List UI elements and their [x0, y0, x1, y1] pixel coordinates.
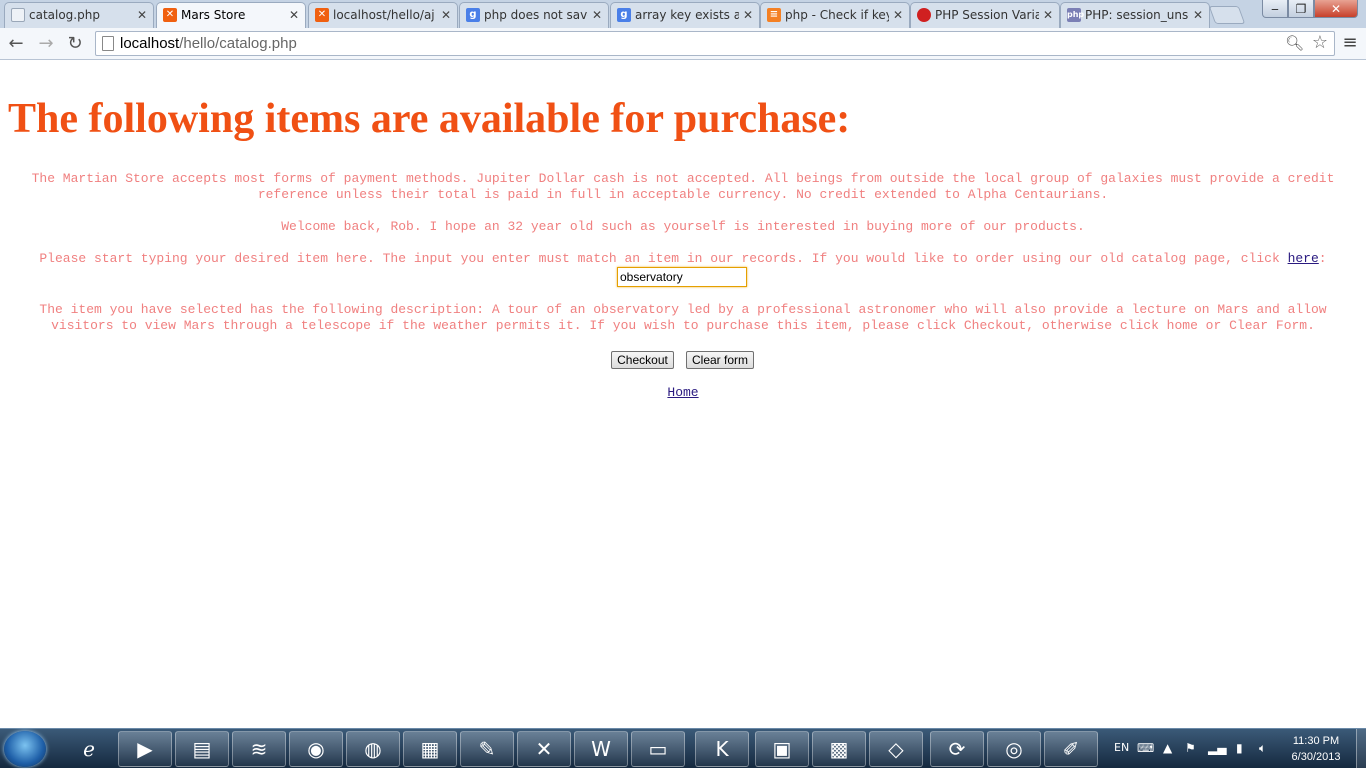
xampp-icon: ✕: [163, 8, 177, 22]
close-icon[interactable]: ✕: [893, 3, 903, 27]
tab-session-unset[interactable]: php PHP: session_unse ✕: [1060, 2, 1210, 28]
keyboard-icon[interactable]: ⌨: [1137, 741, 1154, 755]
windows-taskbar: ℯ ▶ ▤ ≋ ◉ ◍ ▦ ✎ ✕ W ▭ K ▣ ▩ ◇ ⟳ ◎ ✐ EN ⌨…: [0, 728, 1366, 769]
close-icon[interactable]: ✕: [1043, 3, 1053, 27]
zoom-icon[interactable]: 🔍︎: [1285, 34, 1304, 52]
tab-label: catalog.php: [29, 8, 100, 22]
tab-array-key-exists[interactable]: g array key exists an ✕: [610, 2, 760, 28]
close-icon[interactable]: ✕: [592, 3, 602, 27]
instructions-suffix: :: [1318, 251, 1327, 266]
xampp-icon: ✕: [315, 8, 329, 22]
page-icon: [11, 8, 25, 22]
battery-icon[interactable]: ▮: [1236, 741, 1243, 755]
close-icon[interactable]: ✕: [1193, 3, 1203, 27]
tray-expand-icon[interactable]: ▲: [1163, 741, 1172, 755]
notes-icon[interactable]: ◇: [869, 731, 923, 767]
welcome-text: Welcome back, Rob. I hope an 32 year old…: [281, 219, 1085, 234]
media-player-icon[interactable]: ▶: [118, 731, 172, 767]
start-button[interactable]: [4, 731, 46, 767]
control-panel-icon[interactable]: ▩: [812, 731, 866, 767]
calculator-icon[interactable]: ▦: [403, 731, 457, 767]
tab-php-does-not-save[interactable]: g php does not save ✕: [459, 2, 609, 28]
tab-label: localhost/hello/aj: [333, 8, 435, 22]
tab-php-session-variables[interactable]: PHP Session Varia ✕: [910, 2, 1060, 28]
stackoverflow-icon: ≡: [767, 8, 781, 22]
connection-icon[interactable]: ◎: [987, 731, 1041, 767]
paint-icon[interactable]: ✎: [460, 731, 514, 767]
network-icon[interactable]: ▭: [631, 731, 685, 767]
item-instructions: Please start typing your desired item he…: [8, 251, 1358, 267]
clear-form-button[interactable]: Clear form: [686, 351, 754, 369]
tab-localhost-ajax[interactable]: ✕ localhost/hello/aj ✕: [308, 2, 458, 28]
old-catalog-link[interactable]: here: [1288, 251, 1319, 266]
item-search-input[interactable]: [617, 267, 747, 287]
show-desktop-button[interactable]: [1356, 729, 1366, 769]
window-close-button[interactable]: ✕: [1314, 0, 1358, 18]
url-text[interactable]: localhost/hello/catalog.php: [120, 34, 297, 54]
tab-label: PHP: session_unse: [1085, 8, 1189, 22]
monitor-icon[interactable]: ▣: [755, 731, 809, 767]
url-host: localhost: [120, 35, 180, 52]
volume-icon[interactable]: 🔈︎: [1259, 741, 1266, 756]
address-bar[interactable]: localhost/hello/catalog.php 🔍︎ ☆: [95, 31, 1335, 56]
google-icon: g: [617, 8, 631, 22]
bookmark-star-icon[interactable]: ☆: [1312, 32, 1328, 53]
minimize-button[interactable]: ‒: [1262, 0, 1288, 18]
close-icon[interactable]: ✕: [743, 3, 753, 27]
reload-icon[interactable]: ↻: [63, 32, 87, 56]
clock-time[interactable]: 11:30 PM: [1288, 735, 1344, 747]
tab-label: array key exists an: [635, 8, 739, 22]
tab-label: php - Check if key: [785, 8, 889, 22]
close-icon[interactable]: ✕: [289, 3, 299, 27]
tab-label: PHP Session Varia: [935, 8, 1039, 22]
tab-catalog[interactable]: catalog.php ✕: [4, 2, 154, 28]
item-description-text: The item you have selected has the follo…: [39, 302, 1327, 333]
google-icon: g: [466, 8, 480, 22]
tab-check-if-key[interactable]: ≡ php - Check if key ✕: [760, 2, 910, 28]
kaspersky-icon[interactable]: K: [695, 731, 749, 767]
xampp-icon[interactable]: ✕: [517, 731, 571, 767]
page-viewport: The following items are available for pu…: [0, 61, 1366, 728]
red-dot-icon: [917, 8, 931, 22]
notepadpp-icon[interactable]: ✐: [1044, 731, 1098, 767]
php-icon: php: [1067, 8, 1084, 22]
url-path: /hello/catalog.php: [179, 35, 297, 52]
page-title: The following items are available for pu…: [8, 96, 851, 142]
home-link[interactable]: Home: [0, 385, 1366, 400]
close-icon[interactable]: ✕: [441, 3, 451, 27]
explorer-icon[interactable]: ▤: [175, 731, 229, 767]
sync-icon[interactable]: ⟳: [930, 731, 984, 767]
close-icon[interactable]: ✕: [137, 3, 147, 27]
tab-label: php does not save: [484, 8, 588, 22]
instructions-text: Please start typing your desired item he…: [39, 251, 1288, 266]
word-icon[interactable]: W: [574, 731, 628, 767]
tab-strip: catalog.php ✕ ✕ Mars Store ✕ ✕ localhost…: [0, 0, 1366, 28]
page-icon: [102, 36, 114, 51]
action-center-flag-icon[interactable]: ⚑: [1185, 741, 1196, 755]
firefox-icon[interactable]: ◉: [289, 731, 343, 767]
back-arrow-icon[interactable]: ←: [4, 32, 28, 56]
forward-arrow-icon[interactable]: →: [34, 32, 58, 56]
clock-date[interactable]: 6/30/2013: [1284, 751, 1348, 763]
maximize-button[interactable]: ❐: [1288, 0, 1314, 18]
wimax-icon[interactable]: ≋: [232, 731, 286, 767]
new-tab-button[interactable]: [1208, 6, 1246, 24]
menu-icon[interactable]: ≡: [1340, 33, 1360, 53]
checkout-button[interactable]: Checkout: [611, 351, 674, 369]
chrome-icon[interactable]: ◍: [346, 731, 400, 767]
browser-chrome: catalog.php ✕ ✕ Mars Store ✕ ✕ localhost…: [0, 0, 1366, 60]
signal-icon[interactable]: ▂▄: [1208, 741, 1226, 755]
tab-mars-store[interactable]: ✕ Mars Store ✕: [156, 2, 306, 28]
browser-toolbar: ← → ↻ localhost/hello/catalog.php 🔍︎ ☆ ≡: [0, 28, 1366, 60]
tab-label: Mars Store: [181, 8, 246, 22]
internet-explorer-icon[interactable]: ℯ: [62, 731, 116, 767]
language-indicator[interactable]: EN: [1114, 741, 1129, 754]
payment-info-text: The Martian Store accepts most forms of …: [31, 171, 1335, 202]
